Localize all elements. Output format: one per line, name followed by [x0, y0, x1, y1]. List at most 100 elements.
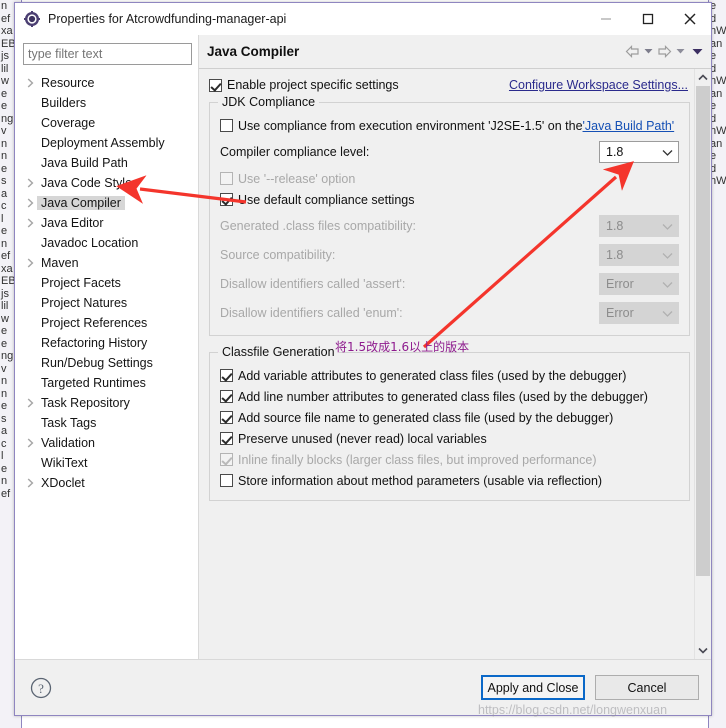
compiler-compliance-level-combobox[interactable]: 1.8	[599, 141, 679, 163]
sidebar-item-run-debug-settings[interactable]: Run/Debug Settings	[15, 353, 198, 373]
dialog-titlebar: Properties for Atcrowdfunding-manager-ap…	[15, 3, 711, 35]
chevron-right-icon[interactable]	[23, 218, 37, 228]
compliance-row-label: Disallow identifiers called 'enum':	[220, 306, 403, 320]
classfile-option-3[interactable]: Preserve unused (never read) local varia…	[220, 428, 679, 449]
chevron-right-icon[interactable]	[23, 398, 37, 408]
close-button[interactable]	[669, 3, 711, 34]
classfile-option-checkbox[interactable]	[220, 411, 233, 424]
sidebar-item-refactoring-history[interactable]: Refactoring History	[15, 333, 198, 353]
minimize-button[interactable]	[585, 3, 627, 34]
sidebar-item-task-tags[interactable]: Task Tags	[15, 413, 198, 433]
apply-and-close-button[interactable]: Apply and Close	[481, 675, 585, 700]
java-build-path-link[interactable]: 'Java Build Path'	[583, 119, 675, 133]
page-vertical-scrollbar[interactable]	[694, 69, 711, 659]
sidebar-item-project-natures[interactable]: Project Natures	[15, 293, 198, 313]
classfile-option-checkbox[interactable]	[220, 432, 233, 445]
chevron-down-icon	[662, 216, 673, 236]
sidebar-item-xdoclet[interactable]: XDoclet	[15, 473, 198, 493]
sidebar-item-label: Javadoc Location	[41, 236, 139, 250]
filter-input[interactable]	[23, 43, 192, 65]
svg-text:?: ?	[38, 681, 44, 696]
forward-history-chevron-down-icon[interactable]	[674, 41, 687, 63]
sidebar-item-java-editor[interactable]: Java Editor	[15, 213, 198, 233]
settings-navigation-panel: Resource Builders Coverage Deployment Assem…	[15, 35, 199, 659]
chevron-right-icon[interactable]	[23, 78, 37, 88]
scroll-up-button[interactable]	[695, 69, 711, 86]
classfile-option-rows: Add variable attributes to generated cla…	[220, 365, 679, 491]
chevron-right-icon[interactable]	[23, 258, 37, 268]
sidebar-item-wikitext[interactable]: WikiText	[15, 453, 198, 473]
classfile-option-checkbox[interactable]	[220, 474, 233, 487]
enable-project-specific-settings-checkbox-row[interactable]: Enable project specific settings	[209, 75, 399, 96]
back-history-chevron-down-icon[interactable]	[642, 41, 655, 63]
view-menu-chevron-down-icon[interactable]	[687, 41, 707, 63]
sidebar-item-label: Run/Debug Settings	[41, 356, 153, 370]
chevron-down-icon	[662, 142, 673, 162]
forward-arrow-icon[interactable]	[655, 41, 674, 63]
sidebar-item-label: Java Editor	[41, 216, 104, 230]
chevron-right-icon[interactable]	[23, 178, 37, 188]
classfile-option-label: Add source file name to generated class …	[238, 410, 614, 425]
compiler-compliance-level-label: Compiler compliance level:	[220, 145, 370, 159]
classfile-option-1[interactable]: Add line number attributes to generated …	[220, 386, 679, 407]
page-title: Java Compiler	[207, 44, 300, 59]
compliance-row-combobox: 1.8	[599, 215, 679, 237]
use-default-compliance-settings-checkbox[interactable]	[220, 193, 233, 206]
sidebar-item-coverage[interactable]: Coverage	[15, 113, 198, 133]
sidebar-item-builders[interactable]: Builders	[15, 93, 198, 113]
sidebar-item-java-code-style[interactable]: Java Code Style	[15, 173, 198, 193]
chinese-annotation-note: 将1.5改成1.6以上的版本	[335, 340, 470, 354]
sidebar-item-targeted-runtimes[interactable]: Targeted Runtimes	[15, 373, 198, 393]
use-default-compliance-settings-checkbox-row[interactable]: Use default compliance settings	[220, 189, 679, 210]
help-icon[interactable]: ?	[29, 676, 53, 700]
classfile-option-checkbox[interactable]	[220, 390, 233, 403]
sidebar-item-resource[interactable]: Resource	[15, 73, 198, 93]
sidebar-item-maven[interactable]: Maven	[15, 253, 198, 273]
sidebar-item-java-compiler[interactable]: Java Compiler	[15, 193, 198, 213]
sidebar-item-project-references[interactable]: Project References	[15, 313, 198, 333]
classfile-option-5[interactable]: Store information about method parameter…	[220, 470, 679, 491]
chevron-down-icon	[662, 274, 673, 294]
use-execution-environment-checkbox-row[interactable]: Use compliance from execution environmen…	[220, 115, 679, 136]
sidebar-item-javadoc-location[interactable]: Javadoc Location	[15, 233, 198, 253]
back-arrow-icon[interactable]	[623, 41, 642, 63]
sidebar-item-label: Project Facets	[41, 276, 121, 290]
sidebar-item-task-repository[interactable]: Task Repository	[15, 393, 198, 413]
classfile-option-label: Preserve unused (never read) local varia…	[238, 431, 487, 446]
sidebar-item-label: Java Compiler	[37, 196, 125, 210]
classfile-option-0[interactable]: Add variable attributes to generated cla…	[220, 365, 679, 386]
compliance-row-combobox: Error	[599, 302, 679, 324]
classfile-option-2[interactable]: Add source file name to generated class …	[220, 407, 679, 428]
chevron-right-icon[interactable]	[23, 438, 37, 448]
compliance-row-label: Source compatibility:	[220, 248, 336, 262]
compliance-row-label: Generated .class files compatibility:	[220, 219, 416, 233]
maximize-button[interactable]	[627, 3, 669, 34]
scrollbar-thumb[interactable]	[696, 86, 710, 576]
use-release-option-checkbox-row: Use '--release' option	[220, 168, 679, 189]
sidebar-item-validation[interactable]: Validation	[15, 433, 198, 453]
sidebar-item-deployment-assembly[interactable]: Deployment Assembly	[15, 133, 198, 153]
compiler-compliance-level-value: 1.8	[606, 145, 624, 159]
scrollbar-track[interactable]	[695, 86, 711, 642]
scroll-down-button[interactable]	[695, 642, 711, 659]
classfile-option-checkbox[interactable]	[220, 369, 233, 382]
chevron-right-icon[interactable]	[23, 478, 37, 488]
enable-project-specific-settings-label: Enable project specific settings	[227, 78, 399, 92]
classfile-option-label: Add variable attributes to generated cla…	[238, 368, 627, 383]
compliance-row-0: Generated .class files compatibility: 1.8	[220, 213, 679, 239]
sidebar-item-java-build-path[interactable]: Java Build Path	[15, 153, 198, 173]
enable-project-specific-settings-checkbox[interactable]	[209, 78, 222, 92]
sidebar-item-label: WikiText	[41, 456, 88, 470]
configure-workspace-settings-link[interactable]: Configure Workspace Settings...	[509, 78, 688, 92]
sidebar-item-label: Targeted Runtimes	[41, 376, 146, 390]
classfile-generation-group: Classfile Generation Add variable attrib…	[209, 345, 690, 501]
sidebar-item-label: Task Tags	[41, 416, 97, 430]
use-execution-environment-checkbox[interactable]	[220, 119, 233, 132]
compliance-row-combobox: 1.8	[599, 244, 679, 266]
sidebar-item-project-facets[interactable]: Project Facets	[15, 273, 198, 293]
classfile-option-label: Store information about method parameter…	[238, 473, 603, 488]
chevron-right-icon[interactable]	[23, 198, 37, 208]
compliance-row-3: Disallow identifiers called 'enum': Error	[220, 300, 679, 326]
cancel-button[interactable]: Cancel	[595, 675, 699, 700]
settings-tree[interactable]: Resource Builders Coverage Deployment Assem…	[15, 71, 198, 659]
